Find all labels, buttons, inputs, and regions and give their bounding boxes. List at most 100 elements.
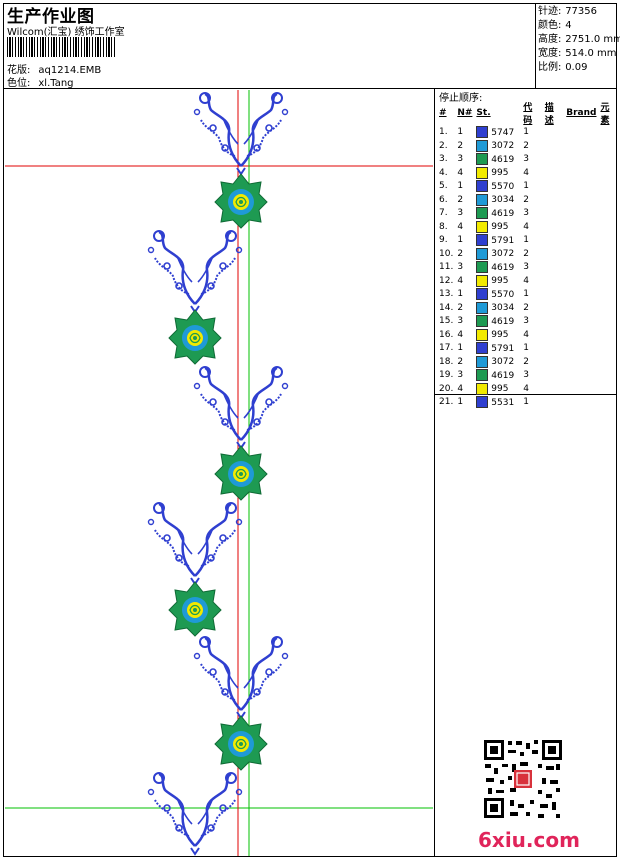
stat-row: 高度: 2751.0 mm bbox=[538, 33, 620, 47]
row-description bbox=[543, 153, 564, 167]
table-row: 14. 2 3034 2 bbox=[437, 301, 620, 316]
row-index: 15. bbox=[439, 316, 454, 327]
thread-code: 4619 bbox=[491, 262, 515, 273]
thread-code: 995 bbox=[491, 276, 509, 286]
row-index: 18. bbox=[439, 356, 454, 367]
row-description bbox=[543, 356, 564, 370]
flower-motif bbox=[214, 445, 268, 501]
color-swatch bbox=[476, 261, 489, 273]
table-row: 7. 3 4619 3 bbox=[437, 207, 620, 221]
stat-label: 高度: bbox=[538, 34, 562, 45]
col-code: 代码 bbox=[523, 103, 533, 126]
row-description bbox=[543, 221, 564, 235]
scroll-motif bbox=[147, 771, 243, 856]
row-stitch: 4619 bbox=[474, 261, 521, 275]
thread-code: 995 bbox=[491, 222, 509, 232]
row-needle: 2 bbox=[457, 248, 464, 259]
row-element bbox=[598, 194, 620, 208]
row-description bbox=[543, 261, 564, 275]
row-needle: 1 bbox=[457, 127, 464, 138]
color-swatch bbox=[476, 153, 489, 165]
row-description bbox=[543, 234, 564, 248]
color-swatch bbox=[476, 247, 489, 260]
row-element bbox=[598, 221, 620, 235]
table-row: 13. 1 5570 1 bbox=[437, 288, 620, 302]
row-index: 3. bbox=[439, 154, 448, 165]
col-index: # bbox=[439, 108, 447, 118]
row-brand bbox=[564, 207, 598, 221]
table-row: 18. 2 3072 2 bbox=[437, 355, 620, 370]
row-needle: 4 bbox=[457, 167, 464, 178]
thread-code: 4619 bbox=[491, 154, 515, 165]
thread-code: 3034 bbox=[491, 195, 515, 205]
row-code: 4 bbox=[523, 329, 530, 340]
row-element bbox=[598, 315, 620, 329]
row-code: 4 bbox=[523, 275, 530, 286]
color-swatch bbox=[476, 355, 489, 368]
row-description bbox=[543, 140, 564, 154]
row-stitch: 4619 bbox=[474, 369, 521, 383]
row-index: 19. bbox=[439, 370, 454, 381]
row-code: 1 bbox=[523, 289, 530, 300]
row-index: 10. bbox=[439, 248, 454, 259]
table-row: 1. 1 5747 1 bbox=[437, 126, 620, 140]
row-code: 4 bbox=[523, 167, 530, 178]
row-element bbox=[598, 383, 620, 397]
header-stats-divider bbox=[535, 3, 536, 88]
table-row: 3. 3 4619 3 bbox=[437, 153, 620, 167]
row-description bbox=[543, 248, 564, 262]
row-stitch: 995 bbox=[474, 166, 521, 181]
row-index: 1. bbox=[439, 127, 448, 138]
row-stitch: 5570 bbox=[474, 288, 521, 302]
stat-value: 77356 bbox=[565, 6, 597, 17]
header-divider bbox=[3, 88, 617, 89]
row-index: 20. bbox=[439, 383, 454, 394]
row-code: 3 bbox=[523, 370, 530, 381]
table-row: 20. 4 995 4 bbox=[437, 382, 620, 397]
stat-label: 针迹: bbox=[538, 6, 562, 17]
row-description bbox=[543, 315, 564, 329]
row-stitch: 3034 bbox=[474, 301, 521, 316]
stat-label: 比例: bbox=[538, 62, 562, 73]
scroll-motif bbox=[147, 501, 243, 586]
row-code: 3 bbox=[523, 316, 530, 327]
color-swatch bbox=[476, 288, 489, 300]
row-needle: 2 bbox=[457, 356, 464, 367]
row-code: 1 bbox=[523, 343, 530, 354]
color-swatch bbox=[476, 207, 489, 219]
color-swatch bbox=[476, 328, 489, 341]
row-element bbox=[598, 342, 620, 356]
row-brand bbox=[564, 329, 598, 343]
row-code: 4 bbox=[523, 383, 530, 394]
thread-code: 5570 bbox=[491, 181, 515, 192]
row-description bbox=[543, 275, 564, 289]
row-index: 8. bbox=[439, 221, 448, 232]
row-brand bbox=[564, 153, 598, 167]
color-swatch bbox=[476, 126, 489, 138]
row-index: 7. bbox=[439, 208, 448, 219]
row-code: 2 bbox=[523, 302, 530, 313]
row-stitch: 5570 bbox=[474, 180, 521, 194]
row-code: 3 bbox=[523, 208, 530, 219]
row-brand bbox=[564, 194, 598, 208]
row-index: 17. bbox=[439, 343, 454, 354]
row-element bbox=[598, 356, 620, 370]
row-needle: 3 bbox=[457, 154, 464, 165]
row-description bbox=[543, 167, 564, 181]
stat-label: 颜色: bbox=[538, 20, 562, 31]
row-stitch: 5747 bbox=[474, 126, 521, 140]
row-needle: 2 bbox=[457, 194, 464, 205]
row-stitch: 3072 bbox=[474, 139, 521, 154]
row-element bbox=[598, 180, 620, 194]
color-swatch bbox=[476, 301, 489, 314]
row-needle: 4 bbox=[457, 221, 464, 232]
row-code: 1 bbox=[523, 127, 530, 138]
row-element bbox=[598, 234, 620, 248]
table-row: 8. 4 995 4 bbox=[437, 220, 620, 235]
row-stitch: 4619 bbox=[474, 207, 521, 221]
thread-code: 3072 bbox=[491, 141, 515, 151]
row-brand bbox=[564, 288, 598, 302]
row-brand bbox=[564, 261, 598, 275]
row-needle: 2 bbox=[457, 302, 464, 313]
stat-value: 0.09 bbox=[565, 62, 588, 73]
